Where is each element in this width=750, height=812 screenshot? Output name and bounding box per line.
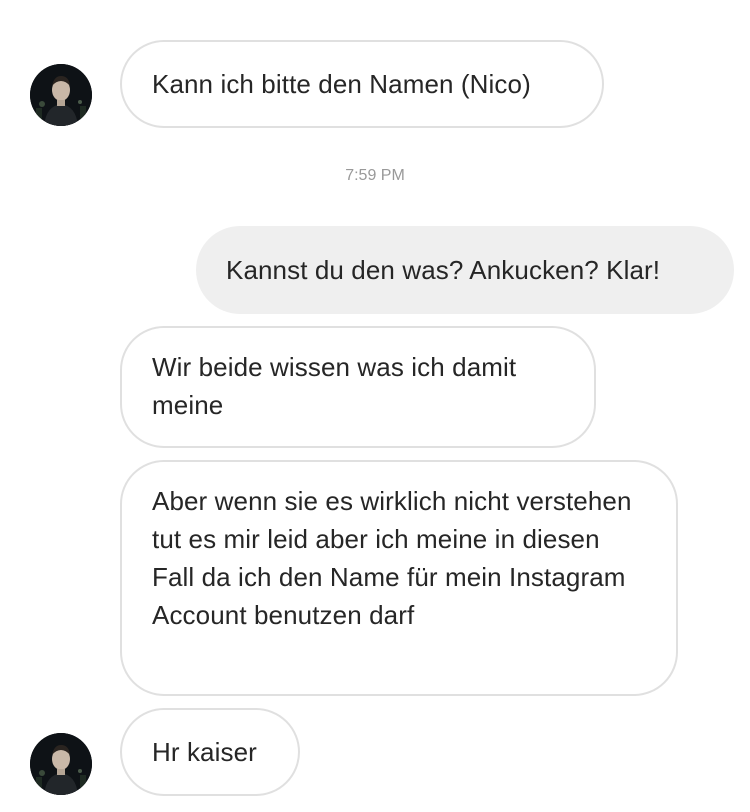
message-text: Aber wenn sie es wirklich nicht verstehe…: [152, 486, 632, 630]
message-text: Hr kaiser: [152, 737, 257, 767]
avatar-photo-icon: [30, 733, 92, 795]
message-bubble-outgoing[interactable]: Kannst du den was? Ankucken? Klar!: [196, 226, 734, 314]
message-text: Kannst du den was? Ankucken? Klar!: [226, 255, 661, 285]
message-text: Wir beide wissen was ich damit meine: [152, 352, 517, 420]
message-timestamp: 7:59 PM: [345, 167, 405, 184]
avatar-photo-icon: [30, 64, 92, 126]
message-bubble-incoming[interactable]: Kann ich bitte den Namen (Nico): [120, 40, 604, 128]
contact-avatar[interactable]: [30, 64, 92, 126]
contact-avatar[interactable]: [30, 733, 92, 795]
message-bubble-incoming[interactable]: Aber wenn sie es wirklich nicht verstehe…: [120, 460, 678, 696]
message-bubble-incoming[interactable]: Hr kaiser: [120, 708, 300, 796]
message-bubble-incoming[interactable]: Wir beide wissen was ich damit meine: [120, 326, 596, 448]
message-text: Kann ich bitte den Namen (Nico): [152, 69, 531, 99]
